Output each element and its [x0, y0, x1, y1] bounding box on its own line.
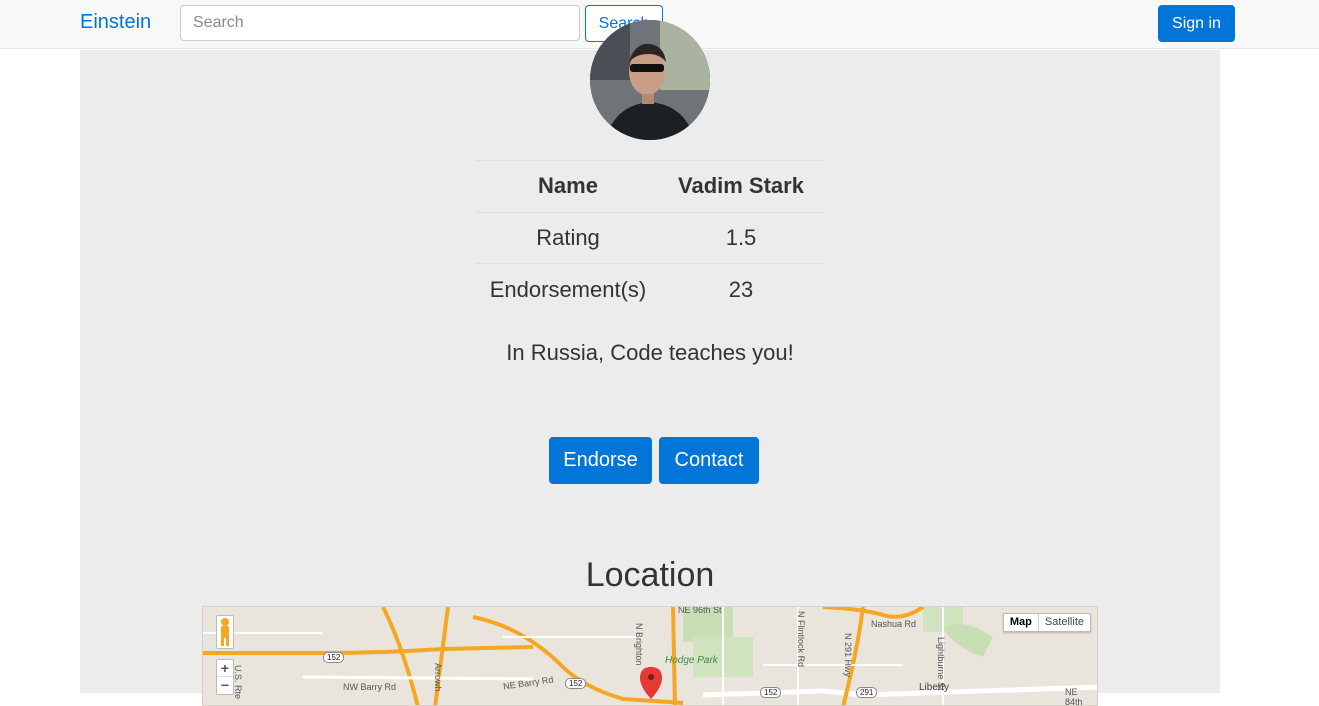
endorse-button[interactable]: Endorse	[549, 437, 652, 484]
sign-in-button[interactable]: Sign in	[1158, 5, 1235, 42]
bio-text: In Russia, Code teaches you!	[506, 340, 794, 365]
zoom-in-button[interactable]: +	[217, 660, 233, 677]
map-label: Liberty	[919, 682, 950, 693]
street-view-pegman-icon[interactable]	[216, 615, 234, 649]
map-label: Nashua Rd	[871, 619, 917, 629]
map-label: NE 96th St	[678, 606, 722, 615]
map-label: NW Barry Rd	[343, 682, 397, 692]
map-label: Hodge Park	[665, 655, 718, 666]
contact-button[interactable]: Contact	[659, 437, 759, 484]
map-label: N Flintlock Rd	[796, 611, 806, 668]
avatar-photo	[590, 20, 710, 140]
route-shield: 152	[565, 678, 587, 689]
profile-panel: Name Vadim Stark Rating 1.5 Endorsement(…	[80, 20, 1220, 706]
table-row: Rating 1.5	[477, 211, 823, 264]
map-type-satellite-button[interactable]: Satellite	[1039, 614, 1090, 631]
map-zoom-control: + −	[216, 659, 234, 695]
brand-link[interactable]: Einstein	[80, 11, 151, 34]
location-heading: Location	[585, 556, 715, 594]
rating-value: 1.5	[659, 211, 823, 264]
map-label: N 291 Hwy	[843, 633, 853, 678]
search-input[interactable]	[180, 5, 580, 41]
name-label: Name	[477, 160, 659, 212]
profile-table: Name Vadim Stark Rating 1.5 Endorsement(…	[477, 160, 823, 315]
map-type-map-button[interactable]: Map	[1004, 614, 1039, 631]
map-label: Arrowh	[433, 663, 443, 692]
map-label: N Brighton	[634, 623, 644, 666]
map-type-control: Map Satellite	[1002, 613, 1091, 632]
endorsements-value: 23	[659, 263, 823, 315]
route-shield: 152	[323, 652, 345, 663]
location-map[interactable]: + − Map Satellite NE 96th St Nashua Rd L…	[202, 606, 1098, 706]
avatar	[590, 20, 710, 140]
name-value: Vadim Stark	[659, 160, 823, 212]
map-label: NE 84th	[1065, 687, 1083, 706]
table-header-row: Name Vadim Stark	[477, 160, 823, 212]
table-row: Endorsement(s) 23	[477, 263, 823, 315]
zoom-out-button[interactable]: −	[217, 677, 233, 694]
map-label: U.S. Rte	[233, 665, 243, 700]
rating-label: Rating	[477, 211, 659, 264]
endorsements-label: Endorsement(s)	[477, 263, 659, 315]
